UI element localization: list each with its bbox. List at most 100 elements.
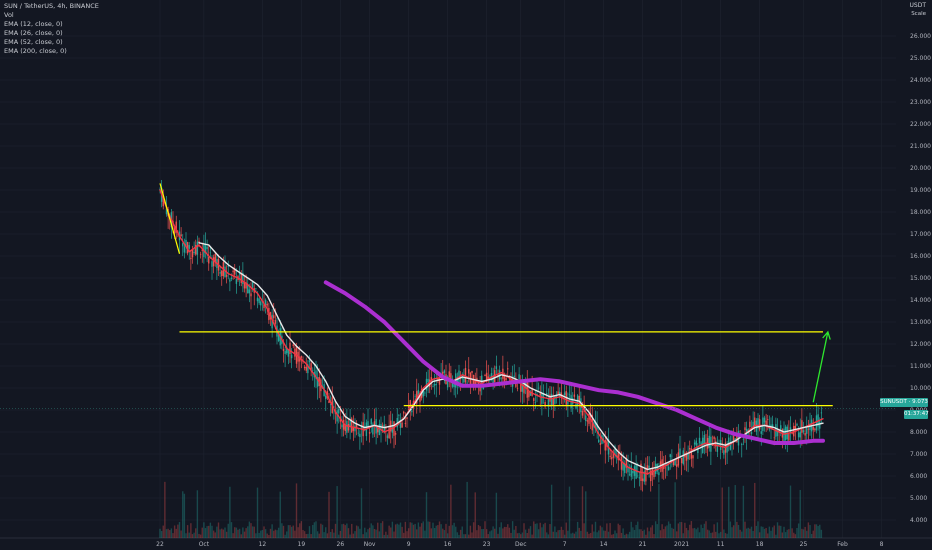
price-tick-label: 12.000	[910, 341, 931, 348]
symbol-title[interactable]: SUN / TetherUS, 4h, BINANCE	[4, 2, 99, 11]
candle-body	[273, 315, 275, 319]
volume-bar	[575, 531, 577, 538]
candle-body	[537, 387, 540, 389]
candle-body	[394, 433, 397, 435]
legend-ema-52[interactable]: EMA (52, close, 0)	[4, 38, 99, 47]
volume-bar	[173, 525, 176, 538]
volume-bar	[250, 523, 252, 538]
volume-bar	[510, 532, 512, 538]
volume-bar	[437, 525, 439, 538]
volume-bar	[635, 524, 637, 538]
volume-bar	[729, 521, 732, 538]
candle-body	[381, 425, 384, 427]
candle-body	[443, 370, 446, 373]
volume-bar	[684, 522, 686, 538]
volume-bar	[624, 534, 626, 538]
legend-ema-26[interactable]: EMA (26, close, 0)	[4, 29, 99, 38]
candle-body	[196, 241, 199, 255]
chart-stage[interactable]: 4.0005.0006.0007.0008.0009.00010.00011.0…	[0, 0, 932, 550]
candle-body	[797, 432, 800, 438]
candle-body	[266, 303, 268, 306]
candle-body	[468, 369, 470, 374]
volume-bar	[414, 523, 416, 538]
volume-bar	[580, 530, 582, 538]
volume-bar	[557, 530, 559, 538]
volume-bar	[596, 532, 598, 538]
volume-bar	[255, 533, 257, 538]
volume-bars	[159, 481, 823, 538]
legend-ema-200[interactable]: EMA (200, close, 0)	[4, 47, 99, 56]
volume-bar	[165, 529, 168, 538]
volume-bar	[810, 533, 813, 538]
price-chart[interactable]: 4.0005.0006.0007.0008.0009.00010.00011.0…	[0, 0, 932, 550]
candle-body	[567, 401, 569, 405]
volume-bar	[178, 522, 181, 538]
volume-bar	[185, 533, 187, 538]
volume-bar	[741, 531, 743, 538]
volume-bar	[182, 491, 184, 538]
price-tick-label: 11.000	[910, 363, 931, 370]
volume-bar	[201, 527, 203, 538]
volume-bar	[307, 533, 309, 538]
candle-body	[513, 375, 515, 378]
volume-bar	[237, 529, 239, 538]
candle-body	[549, 394, 551, 402]
volume-bar	[190, 523, 192, 538]
candle-body	[377, 428, 379, 433]
volume-bar	[424, 530, 426, 538]
volume-bar	[565, 522, 567, 538]
volume-bar	[734, 485, 736, 538]
volume-bar	[326, 533, 329, 538]
candle-body	[182, 243, 184, 247]
volume-bar	[537, 529, 540, 538]
volume-bar	[211, 525, 213, 538]
volume-bar	[482, 528, 485, 538]
volume-bar	[430, 528, 433, 538]
candle-body	[503, 376, 506, 382]
volume-bar	[188, 532, 190, 538]
price-tick-label: 6.000	[910, 473, 927, 480]
volume-bar	[273, 530, 275, 538]
candle-body	[438, 378, 441, 385]
volume-bar	[321, 524, 324, 538]
volume-bar	[544, 522, 546, 538]
candle-body	[658, 472, 660, 476]
legend-vol[interactable]: Vol	[4, 11, 99, 20]
volume-bar	[721, 487, 723, 538]
volume-bar	[170, 528, 173, 538]
volume-bar	[591, 524, 593, 538]
volume-bar	[407, 528, 410, 538]
candle-body	[744, 427, 746, 431]
volume-bar	[203, 522, 205, 538]
volume-bar	[214, 532, 216, 538]
time-axis: 22 Oct 12 19 26 Nov 9 16 23 Dec 7 14 21 2021 11 18 25 Feb…	[156, 541, 883, 548]
candle-body	[729, 444, 732, 450]
volume-bar	[500, 522, 502, 538]
volume-bar	[672, 528, 675, 538]
volume-bar	[180, 530, 182, 538]
volume-bar	[604, 530, 606, 538]
candle-body	[767, 419, 769, 420]
volume-bar	[622, 528, 624, 538]
volume-bar	[217, 522, 220, 538]
candle-body	[820, 412, 823, 414]
candle-body	[258, 298, 260, 304]
candle-body	[404, 423, 407, 424]
volume-bar	[523, 523, 525, 538]
volume-bar	[602, 530, 605, 538]
volume-bar	[776, 522, 779, 538]
ema-line-26	[198, 242, 824, 471]
scale-mode-label[interactable]: Scale	[910, 11, 926, 17]
volume-bar	[531, 534, 533, 538]
candle-body	[814, 428, 816, 431]
candle-body	[695, 440, 697, 446]
volume-bar	[206, 526, 208, 538]
volume-bar	[385, 531, 387, 538]
candle-body	[206, 246, 208, 250]
legend-ema-12[interactable]: EMA (12, close, 0)	[4, 20, 99, 29]
price-axis-unit[interactable]: USDT Scale	[910, 2, 927, 17]
candle-body	[221, 270, 223, 277]
unit-label: USDT	[909, 2, 927, 9]
candle-body	[193, 251, 195, 254]
price-tick-label: 21.000	[910, 143, 931, 150]
